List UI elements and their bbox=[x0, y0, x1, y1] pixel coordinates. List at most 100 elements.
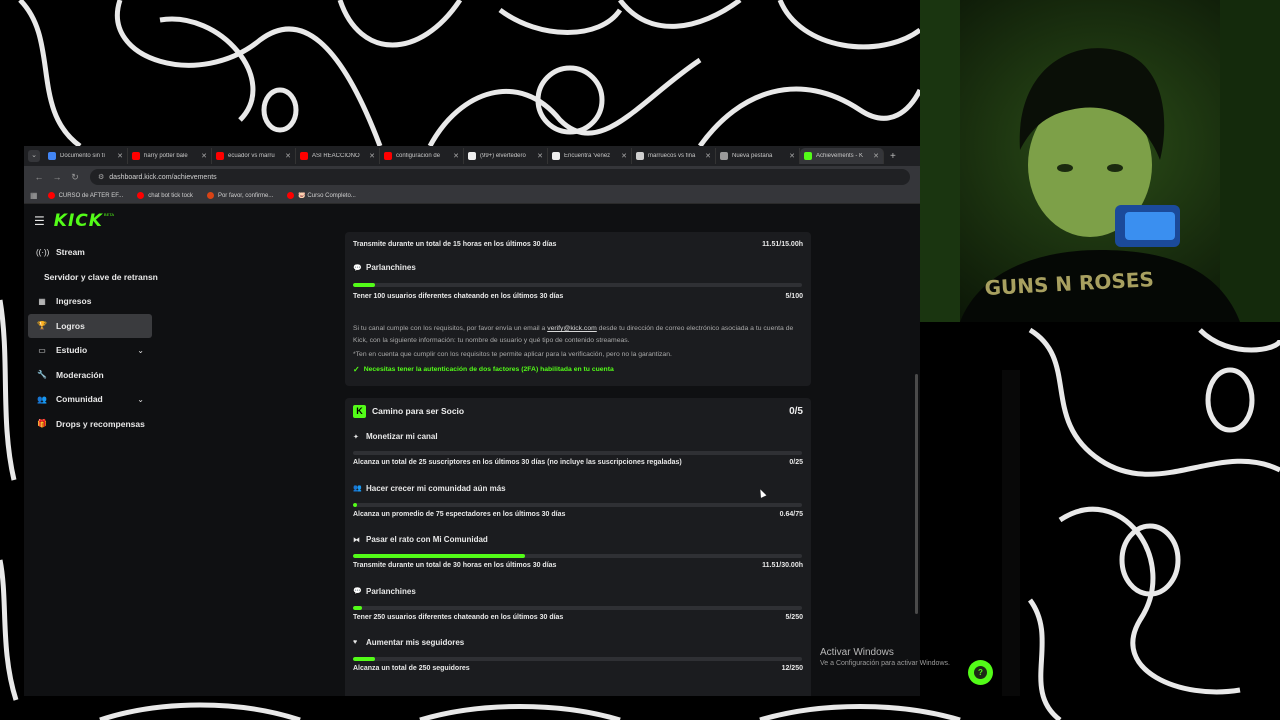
menu-icon[interactable]: ☰ bbox=[34, 214, 45, 228]
windows-activation-notice: Activar Windows Ve a Configuración para … bbox=[820, 647, 950, 667]
broadcast-icon: ((·)) bbox=[36, 247, 50, 257]
browser-tab[interactable]: Documento sin tí ✕ bbox=[44, 148, 128, 164]
sidebar-item-comunidad[interactable]: 👥 Comunidad ⌄ bbox=[28, 387, 152, 412]
check-icon: ✓ bbox=[353, 365, 360, 374]
tab-title: ecuador vs marru bbox=[228, 153, 275, 159]
goal-value: 12/250 bbox=[781, 665, 803, 672]
url-input[interactable]: ⚙ dashboard.kick.com/achievements bbox=[90, 169, 910, 185]
url-text: dashboard.kick.com/achievements bbox=[109, 173, 217, 181]
tab-strip: ⌄ Documento sin tí ✕ harry potter bale ✕ ecu… bbox=[24, 146, 920, 166]
goal-label: Parlanchines bbox=[366, 586, 416, 596]
new-tab-button[interactable]: + bbox=[890, 151, 896, 162]
browser-window: ⌄ Documento sin tí ✕ harry potter bale ✕ ecu… bbox=[24, 146, 920, 696]
page-scrollbar[interactable] bbox=[914, 204, 919, 696]
progress-fill bbox=[353, 657, 375, 661]
chevron-down-icon[interactable]: ⌄ bbox=[137, 395, 144, 404]
browser-tab[interactable]: harry potter bale ✕ bbox=[128, 148, 212, 164]
trophy-icon: 🏆 bbox=[37, 321, 47, 331]
close-tab-icon[interactable]: ✕ bbox=[285, 152, 291, 160]
browser-tab[interactable]: ecuador vs marru ✕ bbox=[212, 148, 296, 164]
goal-label: Pasar el rato con Mi Comunidad bbox=[366, 535, 488, 544]
chevron-down-icon[interactable]: ⌄ bbox=[137, 346, 144, 355]
tab-title: (99+) elvertedero bbox=[480, 153, 526, 159]
controller-icon: ⧓ bbox=[353, 536, 360, 544]
forward-icon[interactable]: → bbox=[48, 172, 66, 182]
close-tab-icon[interactable]: ✕ bbox=[453, 152, 459, 160]
sparkle-icon: ✦ bbox=[353, 433, 359, 441]
verify-email-link[interactable]: verify@kick.com bbox=[547, 325, 597, 332]
close-tab-icon[interactable]: ✕ bbox=[369, 152, 375, 160]
browser-tab[interactable]: Encuentra 'venez ✕ bbox=[548, 148, 632, 164]
bookmark-label: chat bot tick tock bbox=[148, 192, 193, 199]
tab-title: harry potter bale bbox=[144, 153, 188, 159]
bookmark-favicon-icon bbox=[287, 192, 295, 199]
sidebar-item-stream[interactable]: ((·)) Stream bbox=[28, 240, 152, 265]
stream-hours-value: 11.51/15.00h bbox=[762, 241, 803, 248]
apps-grid-icon[interactable]: ▦ bbox=[30, 191, 38, 200]
browser-tab[interactable]: marruecos vs fina ✕ bbox=[632, 148, 716, 164]
browser-tab[interactable]: (99+) elvertedero ✕ bbox=[464, 148, 548, 164]
goal-requirement: Alcanza un total de 250 seguidores bbox=[353, 665, 470, 672]
bookmark-item[interactable]: CURSO de AFTER EF... bbox=[47, 192, 124, 199]
bookmark-item[interactable]: chat bot tick tock bbox=[137, 192, 193, 199]
chat-icon: 💬 bbox=[353, 264, 362, 272]
partner-card-title: Camino para ser Socio bbox=[372, 406, 465, 416]
close-tab-icon[interactable]: ✕ bbox=[621, 152, 627, 160]
site-info-icon[interactable]: ⚙ bbox=[98, 173, 104, 181]
close-tab-icon[interactable]: ✕ bbox=[117, 152, 123, 160]
browser-tab[interactable]: Nueva pestaña ✕ bbox=[716, 148, 800, 164]
progress-fill bbox=[353, 554, 526, 558]
reload-icon[interactable]: ↻ bbox=[66, 172, 84, 183]
verification-info: Si tu canal cumple con los requisitos, p… bbox=[353, 323, 803, 346]
bookmark-item[interactable]: Por favor, confirme... bbox=[206, 192, 273, 199]
sidebar-item-servidor[interactable]: Servidor y clave de retransn bbox=[28, 265, 158, 290]
stream-hours-requirement: Transmite durante un total de 15 horas e… bbox=[353, 241, 557, 248]
sidebar-item-ingresos[interactable]: ▦ Ingresos bbox=[28, 289, 152, 314]
sidebar-item-label: Moderación bbox=[56, 369, 104, 380]
goal-progress-bar bbox=[353, 554, 802, 558]
kick-logo[interactable]: KICK bbox=[54, 211, 103, 231]
goal-value: 0.64/75 bbox=[779, 510, 803, 518]
sidebar-item-logros[interactable]: 🏆 Logros bbox=[28, 313, 152, 338]
sidebar-item-estudio[interactable]: ▭ Estudio ⌄ bbox=[28, 338, 152, 363]
help-chat-button[interactable]: ? bbox=[968, 660, 993, 685]
bookmarks-bar: ▦ CURSO de AFTER EF... chat bot tick tock… bbox=[24, 188, 920, 204]
tab-title: marruecos vs fina bbox=[648, 153, 696, 159]
beta-badge: BETA bbox=[103, 212, 115, 217]
browser-tab[interactable]: ASÍ REACCIONÓ ✕ bbox=[296, 148, 380, 164]
goal-title: 👥 Hacer crecer mi comunidad aún más bbox=[353, 484, 506, 493]
verification-card: Transmite durante un total de 15 horas e… bbox=[345, 232, 811, 386]
sidebar-item-drops[interactable]: 🎁 Drops y recompensas bbox=[28, 412, 152, 437]
twofa-warning: ✓ Necesitas tener la autenticación de do… bbox=[353, 365, 614, 374]
activate-title: Activar Windows bbox=[820, 647, 894, 658]
close-tab-icon[interactable]: ✕ bbox=[705, 152, 711, 160]
tab-title: ASÍ REACCIONÓ bbox=[312, 153, 360, 159]
goal-title: ♥ Aumentar mis seguidores bbox=[353, 638, 464, 647]
sidebar-item-moderacion[interactable]: 🔧 Moderación bbox=[28, 363, 152, 388]
activate-subtitle: Ve a Configuración para activar Windows. bbox=[820, 660, 950, 667]
tiktok-icon bbox=[468, 152, 476, 160]
sidebar-item-label: Servidor y clave de retransn bbox=[44, 271, 158, 282]
chatters-value: 5/100 bbox=[785, 293, 803, 300]
sidebar-item-label: Ingresos bbox=[56, 296, 92, 307]
partner-path-card: K Camino para ser Socio 0/5 ✦ Monetizar m… bbox=[345, 398, 811, 696]
bookmark-label: CURSO de AFTER EF... bbox=[58, 192, 124, 199]
kick-icon bbox=[804, 152, 812, 160]
desktop-stage: ⌄ Documento sin tí ✕ harry potter bale ✕ ecu… bbox=[0, 0, 1280, 720]
sidebar-item-label: Estudio bbox=[56, 345, 88, 356]
goal-title: ⧓ Pasar el rato con Mi Comunidad bbox=[353, 535, 488, 544]
chatters-goal-title: 💬 Parlanchines bbox=[353, 263, 416, 272]
tab-search-icon[interactable]: ⌄ bbox=[28, 150, 40, 162]
dashboard-sidebar: ((·)) Stream Servidor y clave de retransn ▦… bbox=[28, 240, 158, 437]
browser-tab[interactable]: Achievements - K ✕ bbox=[800, 148, 884, 164]
goal-progress-bar bbox=[353, 502, 802, 507]
close-tab-icon[interactable]: ✕ bbox=[201, 152, 207, 160]
close-tab-icon[interactable]: ✕ bbox=[789, 152, 795, 160]
browser-tab[interactable]: configuracion de ✕ bbox=[380, 148, 464, 164]
back-icon[interactable]: ← bbox=[30, 172, 48, 182]
sidebar-item-label: Drops y recompensas bbox=[56, 418, 145, 429]
close-tab-icon[interactable]: ✕ bbox=[537, 152, 543, 160]
close-tab-icon[interactable]: ✕ bbox=[873, 152, 879, 160]
bookmark-item[interactable]: 🐷 Curso Completo... bbox=[287, 192, 356, 199]
gift-icon: 🎁 bbox=[37, 419, 47, 429]
